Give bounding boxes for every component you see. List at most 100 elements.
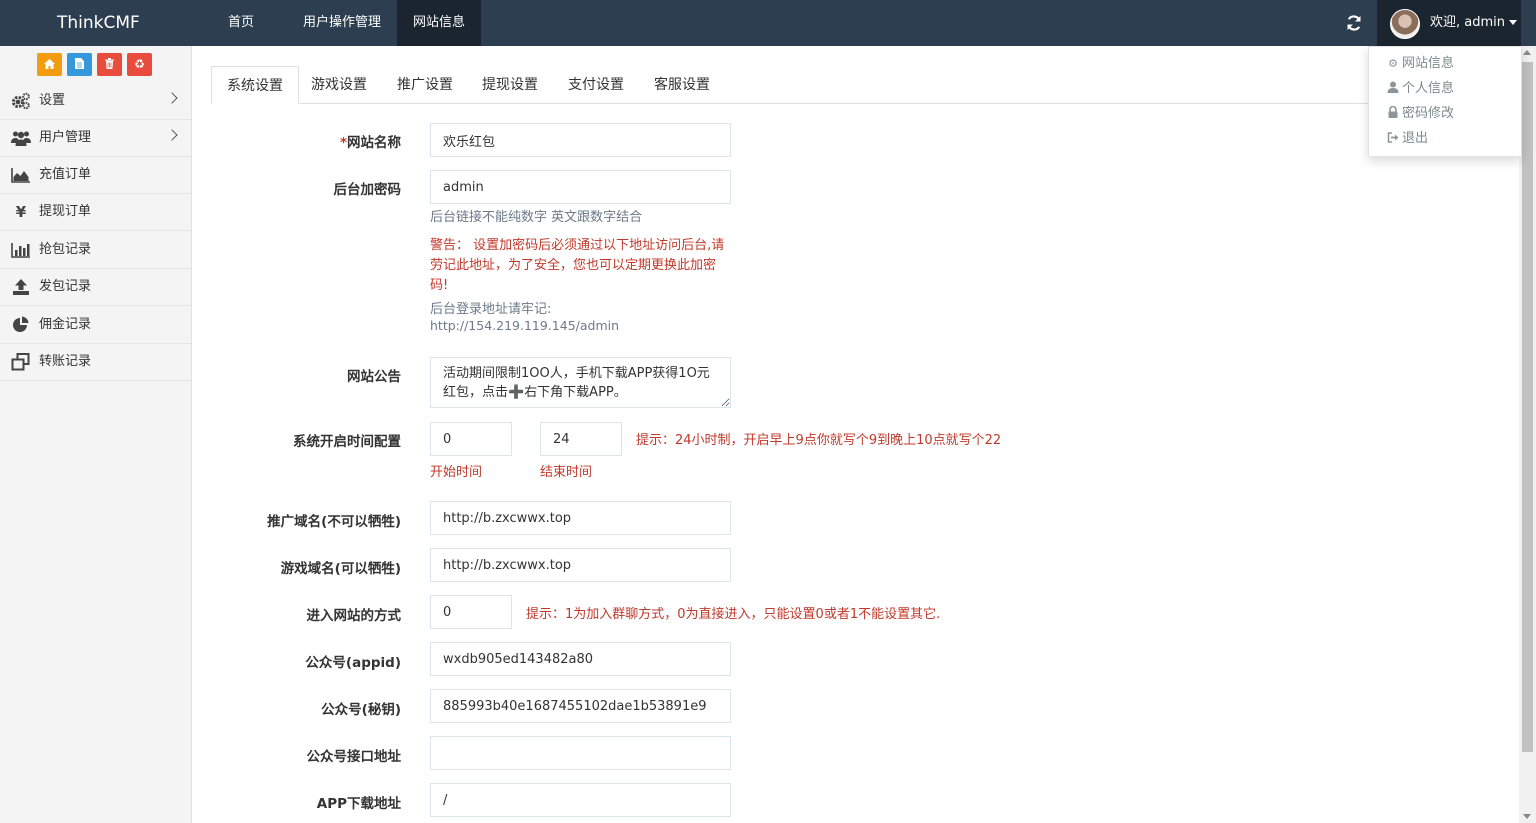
tab-promotion-settings[interactable]: 推广设置 (382, 66, 468, 103)
brand-logo[interactable]: ThinkCMF (57, 13, 140, 33)
sidebar-item-label: 佣金记录 (39, 317, 92, 332)
secret-input[interactable] (430, 689, 731, 723)
user-icon (1387, 81, 1399, 93)
nav-site-info[interactable]: 网站信息 (397, 0, 482, 46)
sidebar-item-label: 发包记录 (39, 279, 92, 294)
yen-icon: ¥ (15, 203, 27, 221)
sidebar-item-label: 用户管理 (39, 130, 92, 145)
scroll-up-arrow-icon[interactable] (1523, 50, 1531, 55)
app-url-input[interactable] (430, 783, 731, 817)
dropdown-item-site-info[interactable]: ⚙ 网站信息 (1387, 54, 1454, 74)
home-icon (44, 59, 55, 69)
tab-game-settings[interactable]: 游戏设置 (296, 66, 382, 103)
tab-withdraw-settings[interactable]: 提现设置 (467, 66, 553, 103)
users-icon (11, 131, 31, 146)
nav-user-operations[interactable]: 用户操作管理 (287, 0, 397, 46)
dropdown-item-label: 网站信息 (1402, 56, 1455, 71)
settings-tabs: 系统设置 游戏设置 推广设置 提现设置 支付设置 客服设置 (211, 66, 1511, 104)
recycle-icon: ♻ (134, 57, 145, 71)
notice-textarea[interactable]: 活动期间限制1OO人，手机下载APP获得1O元红包，点击➕右下角下载APP。 (430, 357, 731, 408)
sidebar-item-commission-records[interactable]: 佣金记录 (0, 307, 191, 344)
refresh-icon[interactable] (1344, 13, 1364, 33)
sidebar-item-transfer-records[interactable]: 转账记录 (0, 344, 191, 381)
caret-down-icon (1509, 20, 1517, 25)
chevron-right-icon (166, 92, 178, 104)
dropdown-item-label: 密码修改 (1402, 106, 1455, 121)
bar-chart-icon (11, 243, 30, 258)
appid-label: 公众号(appid) (305, 655, 401, 671)
pie-chart-icon (13, 316, 29, 332)
sidebar-item-withdraw-orders[interactable]: ¥ 提现订单 (0, 194, 191, 231)
appid-input[interactable] (430, 642, 731, 676)
admin-password-warning: 警告： 设置加密码后必须通过以下地址访问后台,请劳记此地址，为了安全，您也可以定… (430, 238, 725, 293)
upload-icon (13, 279, 29, 295)
sidebar-item-label: 充值订单 (39, 167, 92, 182)
open-time-tip: 提示：24小时制，开启早上9点你就写个9到晚上10点就写个22 (636, 433, 1002, 448)
tab-system-settings[interactable]: 系统设置 (211, 66, 299, 104)
entry-mode-input[interactable] (430, 595, 512, 629)
sidebar-item-label: 提现订单 (39, 204, 92, 219)
chevron-right-icon (166, 129, 178, 141)
admin-password-input[interactable] (430, 170, 731, 204)
user-dropdown-menu: ⚙ 网站信息 个人信息 密码修改 退出 (1368, 46, 1522, 157)
admin-password-help: 后台链接不能纯数字 英文跟数字结合 (430, 210, 643, 225)
nav-home[interactable]: 首页 (212, 0, 270, 46)
dropdown-item-label: 个人信息 (1402, 81, 1455, 96)
end-time-caption: 结束时间 (540, 465, 593, 480)
game-domain-input[interactable] (430, 548, 731, 582)
sidebar-item-settings[interactable]: 设置 (0, 83, 191, 120)
entry-mode-tip: 提示：1为加入群聊方式，0为直接进入，只能设置0或者1不能设置其它. (526, 607, 941, 622)
required-mark: * (339, 135, 347, 151)
quick-home-button[interactable] (37, 53, 62, 76)
gears-icon (11, 92, 30, 110)
tab-service-settings[interactable]: 客服设置 (639, 66, 725, 103)
sidebar-item-recharge-orders[interactable]: 充值订单 (0, 157, 191, 194)
quick-trash-button[interactable] (97, 53, 122, 76)
end-time-input[interactable] (540, 422, 622, 456)
user-menu-toggle[interactable]: 欢迎, admin (1377, 0, 1521, 46)
page-scrollbar[interactable] (1519, 46, 1536, 823)
game-domain-label: 游戏域名(可以牺牲) (280, 561, 401, 577)
site-name-input[interactable] (430, 123, 731, 157)
dropdown-item-logout[interactable]: 退出 (1387, 129, 1428, 149)
lock-icon (1388, 106, 1398, 118)
site-name-label: *网站名称 (211, 131, 401, 151)
welcome-label: 欢迎, admin (1430, 15, 1505, 30)
promo-domain-input[interactable] (430, 501, 731, 535)
secret-label: 公众号(秘钥) (321, 702, 401, 718)
scrollbar-thumb[interactable] (1522, 62, 1533, 752)
app-url-label: APP下载地址 (316, 796, 401, 812)
dropdown-item-profile[interactable]: 个人信息 (1387, 79, 1454, 99)
tab-payment-settings[interactable]: 支付设置 (553, 66, 639, 103)
sidebar-item-send-records[interactable]: 发包记录 (0, 269, 191, 306)
sidebar-item-grab-records[interactable]: 抢包记录 (0, 232, 191, 269)
notice-label: 网站公告 (347, 369, 401, 385)
open-time-label: 系统开启时间配置 (293, 434, 401, 450)
trash-icon (105, 58, 114, 69)
top-navbar: ThinkCMF 首页 用户操作管理 网站信息 欢迎, admin (0, 0, 1536, 46)
start-time-input[interactable] (430, 422, 512, 456)
gear-icon: ⚙ (1388, 57, 1398, 70)
avatar (1390, 9, 1420, 39)
api-url-input[interactable] (430, 736, 731, 770)
sidebar-item-label: 抢包记录 (39, 242, 92, 257)
sidebar-item-label: 转账记录 (39, 354, 92, 369)
area-chart-icon (11, 168, 30, 183)
admin-login-note: 后台登录地址请牢记: (430, 302, 552, 317)
file-icon (75, 58, 84, 69)
api-url-label: 公众号接口地址 (306, 749, 402, 765)
sidebar-item-users[interactable]: 用户管理 (0, 120, 191, 157)
site-name-label-text: 网站名称 (347, 135, 401, 151)
clone-icon (11, 353, 30, 371)
scroll-down-arrow-icon[interactable] (1523, 814, 1531, 819)
quick-recycle-button[interactable]: ♻ (127, 53, 152, 76)
start-time-caption: 开始时间 (430, 465, 483, 480)
quick-file-button[interactable] (67, 53, 92, 76)
dropdown-item-label: 退出 (1402, 131, 1429, 146)
promo-domain-label: 推广域名(不可以牺牲) (267, 514, 401, 530)
admin-password-label: 后台加密码 (333, 182, 402, 198)
dropdown-item-change-password[interactable]: 密码修改 (1387, 104, 1454, 124)
entry-mode-label: 进入网站的方式 (306, 608, 402, 624)
sidebar: ♻ 设置 用户管理 充值订单 ¥ 提现订单 抢包记录 发包记录 佣金记录 转账记… (0, 46, 192, 823)
sidebar-item-label: 设置 (39, 93, 66, 108)
